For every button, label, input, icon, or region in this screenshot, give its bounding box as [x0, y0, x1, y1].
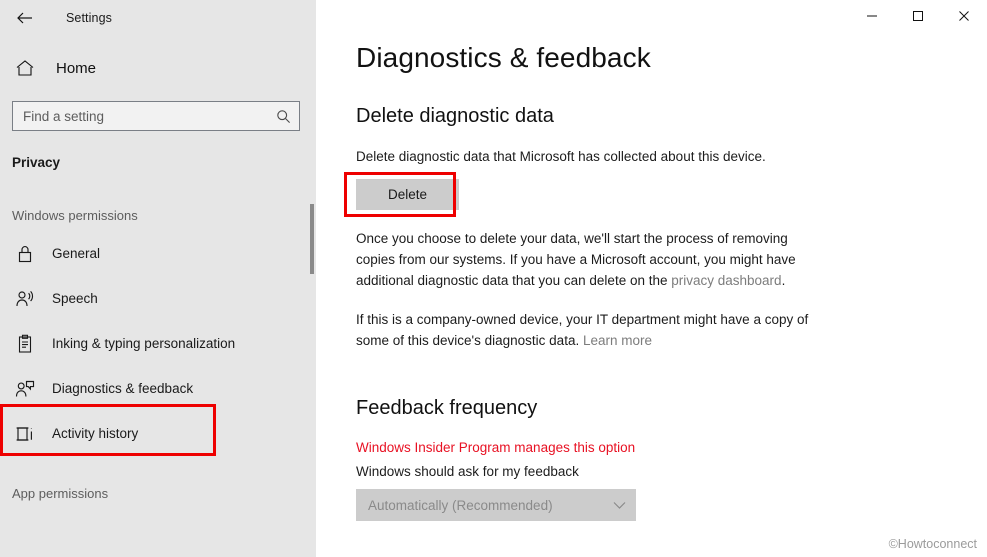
sidebar-scrollbar[interactable] [310, 100, 314, 557]
sidebar-nav-list: General Speech Inking & typing personali… [0, 231, 316, 456]
speech-person-icon [14, 288, 36, 310]
back-arrow-icon[interactable] [14, 7, 36, 29]
feedback-frequency-value: Automatically (Recommended) [368, 497, 553, 513]
sidebar-item-diagnostics-feedback[interactable]: Diagnostics & feedback [0, 366, 316, 411]
chevron-down-icon [612, 498, 626, 512]
sidebar-item-speech[interactable]: Speech [0, 276, 316, 321]
watermark: ©Howtoconnect [888, 537, 977, 551]
sidebar-item-activity-history[interactable]: Activity history [0, 411, 316, 456]
feedback-section-heading: Feedback frequency [356, 397, 538, 419]
insider-managed-note: Windows Insider Program manages this opt… [356, 440, 636, 455]
delete-button[interactable]: Delete [356, 179, 459, 210]
maximize-button[interactable] [895, 0, 941, 32]
delete-section-description: Delete diagnostic data that Microsoft ha… [356, 149, 766, 164]
window-controls [849, 0, 987, 32]
clipboard-pen-icon [14, 333, 36, 355]
sidebar-home-label: Home [56, 59, 97, 77]
sidebar-item-label: Activity history [52, 426, 139, 441]
home-icon [14, 57, 36, 79]
activity-history-icon [14, 423, 36, 445]
delete-button-container: Delete [344, 172, 459, 217]
sidebar-item-label: Speech [52, 291, 98, 306]
sidebar: Settings Home Privacy Windows permission… [0, 0, 316, 557]
search-input[interactable] [23, 108, 275, 124]
settings-page: Diagnostics & feedback Delete diagnostic… [316, 0, 987, 521]
sidebar-group-windows-permissions: Windows permissions [12, 208, 138, 223]
sidebar-item-label: Diagnostics & feedback [52, 381, 194, 396]
sidebar-item-home[interactable]: Home [0, 48, 316, 88]
search-icon[interactable] [275, 108, 291, 124]
sidebar-item-inking-typing-personalization[interactable]: Inking & typing personalization [0, 321, 316, 366]
sidebar-group-app-permissions: App permissions [12, 486, 109, 501]
feedback-frequency-label: Windows should ask for my feedback [356, 464, 579, 479]
window-title: Settings [66, 11, 112, 25]
settings-window: Settings Home Privacy Windows permission… [0, 0, 987, 557]
search-box[interactable] [12, 101, 300, 131]
sidebar-category-title: Privacy [12, 155, 61, 170]
minimize-button[interactable] [849, 0, 895, 32]
lock-icon [14, 243, 36, 265]
delete-paragraph-2: If this is a company-owned device, your … [356, 309, 811, 351]
main-content: Diagnostics & feedback Delete diagnostic… [316, 0, 987, 557]
page-title: Diagnostics & feedback [356, 42, 651, 73]
close-button[interactable] [941, 0, 987, 32]
delete-paragraph-1: Once you choose to delete your data, we'… [356, 228, 811, 291]
sidebar-item-general[interactable]: General [0, 231, 316, 276]
delete-paragraph-1-tail: . [781, 273, 786, 288]
sidebar-item-label: Inking & typing personalization [52, 336, 236, 351]
feedback-person-icon [14, 378, 36, 400]
learn-more-link[interactable]: Learn more [583, 333, 652, 348]
sidebar-item-label: General [52, 246, 101, 261]
sidebar-scrollbar-thumb[interactable] [310, 204, 314, 274]
privacy-dashboard-link[interactable]: privacy dashboard [671, 273, 781, 288]
delete-section-heading: Delete diagnostic data [356, 105, 554, 127]
feedback-frequency-dropdown[interactable]: Automatically (Recommended) [356, 489, 636, 521]
window-titlebar-left: Settings [0, 0, 316, 36]
